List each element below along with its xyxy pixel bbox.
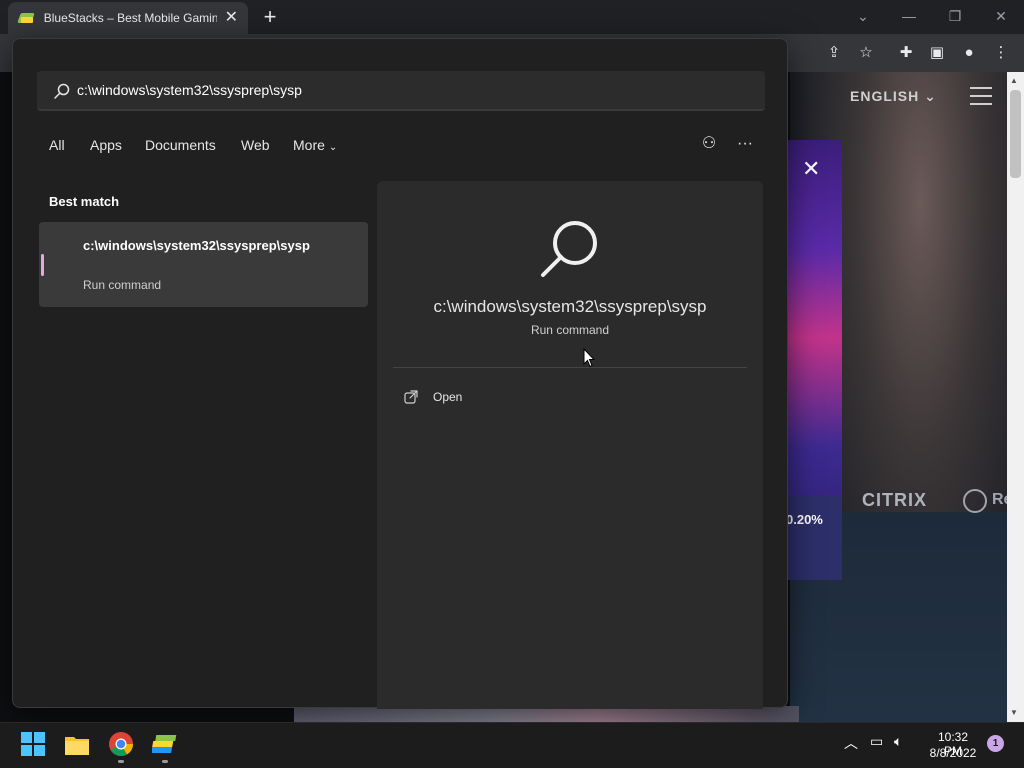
chrome-icon[interactable] bbox=[108, 731, 134, 757]
promo-footer bbox=[788, 496, 842, 580]
result-subtitle: Run command bbox=[83, 278, 162, 292]
preview-pane: c:\windows\system32\ssysprep\sysp Run co… bbox=[377, 181, 763, 709]
result-title: c:\windows\system32\ssysprep\sysp bbox=[83, 238, 310, 253]
chrome-running-indicator bbox=[118, 760, 124, 763]
windows-start-icon[interactable] bbox=[20, 731, 46, 757]
tab-close-icon[interactable]: ✕ bbox=[225, 10, 238, 26]
promo-percent: 0.20% bbox=[786, 512, 823, 527]
network-icon[interactable]: ▭ bbox=[870, 733, 883, 750]
share-icon[interactable]: ⇪ bbox=[823, 42, 845, 64]
clock-date[interactable]: 8/8/2022 bbox=[926, 746, 980, 760]
browser-menu-icon[interactable]: ⋮ bbox=[990, 42, 1012, 64]
chevron-down-icon: ⌄ bbox=[924, 88, 937, 104]
browser-tab[interactable]: BlueStacks – Best Mobile Gaming ✕ bbox=[8, 2, 248, 34]
search-box[interactable] bbox=[37, 71, 765, 111]
preview-divider bbox=[393, 367, 747, 368]
start-search-panel: All Apps Documents Web More⌄ ⚇ ··· Best … bbox=[12, 38, 788, 709]
bluestacks-icon[interactable] bbox=[152, 731, 178, 757]
chevron-down-icon: ⌄ bbox=[328, 142, 338, 153]
tab-web[interactable]: Web bbox=[241, 137, 270, 153]
tab-documents[interactable]: Documents bbox=[145, 137, 216, 153]
tab-more[interactable]: More ⌄ bbox=[293, 137, 337, 153]
tab-apps[interactable]: Apps bbox=[90, 137, 122, 153]
side-panel-icon[interactable]: ▣ bbox=[926, 42, 948, 64]
restore-icon[interactable]: ❐ bbox=[940, 4, 970, 28]
profile-icon[interactable]: ● bbox=[958, 42, 980, 64]
mouse-cursor-icon bbox=[583, 348, 595, 368]
selection-indicator bbox=[41, 254, 44, 276]
bluestacks-favicon-icon bbox=[18, 12, 34, 24]
search-input[interactable] bbox=[77, 71, 757, 109]
volume-icon[interactable]: 🔈︎ bbox=[894, 733, 902, 750]
promo-close-icon[interactable]: ✕ bbox=[802, 156, 820, 182]
search-icon bbox=[54, 83, 70, 99]
file-explorer-icon[interactable] bbox=[64, 731, 90, 757]
best-match-result[interactable]: c:\windows\system32\ssysprep\sysp Run co… bbox=[39, 222, 368, 307]
scroll-down-icon[interactable]: ▼ bbox=[1010, 708, 1018, 717]
open-external-icon bbox=[404, 390, 418, 404]
extensions-icon[interactable]: ✚ bbox=[895, 42, 917, 64]
language-label: ENGLISH bbox=[850, 88, 920, 104]
bluestacks-running-indicator bbox=[162, 760, 168, 763]
open-action[interactable]: Open bbox=[403, 387, 462, 407]
scroll-up-icon[interactable]: ▲ bbox=[1010, 76, 1018, 85]
tab-title: BlueStacks – Best Mobile Gaming bbox=[43, 11, 217, 25]
notification-badge[interactable]: 1 bbox=[987, 735, 1004, 752]
tab-more-label: More bbox=[293, 137, 325, 153]
language-selector[interactable]: ENGLISH ⌄ bbox=[850, 88, 937, 105]
show-hidden-icons-chevron-icon[interactable]: ︿ bbox=[844, 733, 858, 753]
run-command-search-icon bbox=[541, 221, 597, 277]
minimize-icon[interactable]: — bbox=[894, 4, 924, 28]
connected-accounts-icon[interactable]: ⚇ bbox=[698, 133, 720, 155]
preview-title: c:\windows\system32\ssysprep\sysp bbox=[433, 297, 707, 316]
hamburger-menu-icon[interactable] bbox=[970, 87, 992, 105]
tab-all[interactable]: All bbox=[49, 137, 65, 153]
open-label: Open bbox=[433, 390, 463, 404]
partner-logo-ring-icon bbox=[963, 489, 987, 513]
best-match-heading: Best match bbox=[49, 194, 120, 209]
citrix-logo: CITRIX bbox=[862, 490, 928, 510]
page-scrollbar-thumb[interactable] bbox=[1010, 90, 1021, 178]
bookmark-star-icon[interactable]: ☆ bbox=[855, 42, 877, 64]
close-window-icon[interactable]: ✕ bbox=[986, 4, 1016, 28]
tab-search-chevron-icon[interactable]: ⌄ bbox=[848, 4, 878, 28]
preview-subtitle: Run command bbox=[530, 323, 610, 337]
more-options-icon[interactable]: ··· bbox=[734, 133, 756, 155]
new-tab-button[interactable]: + bbox=[258, 4, 282, 30]
